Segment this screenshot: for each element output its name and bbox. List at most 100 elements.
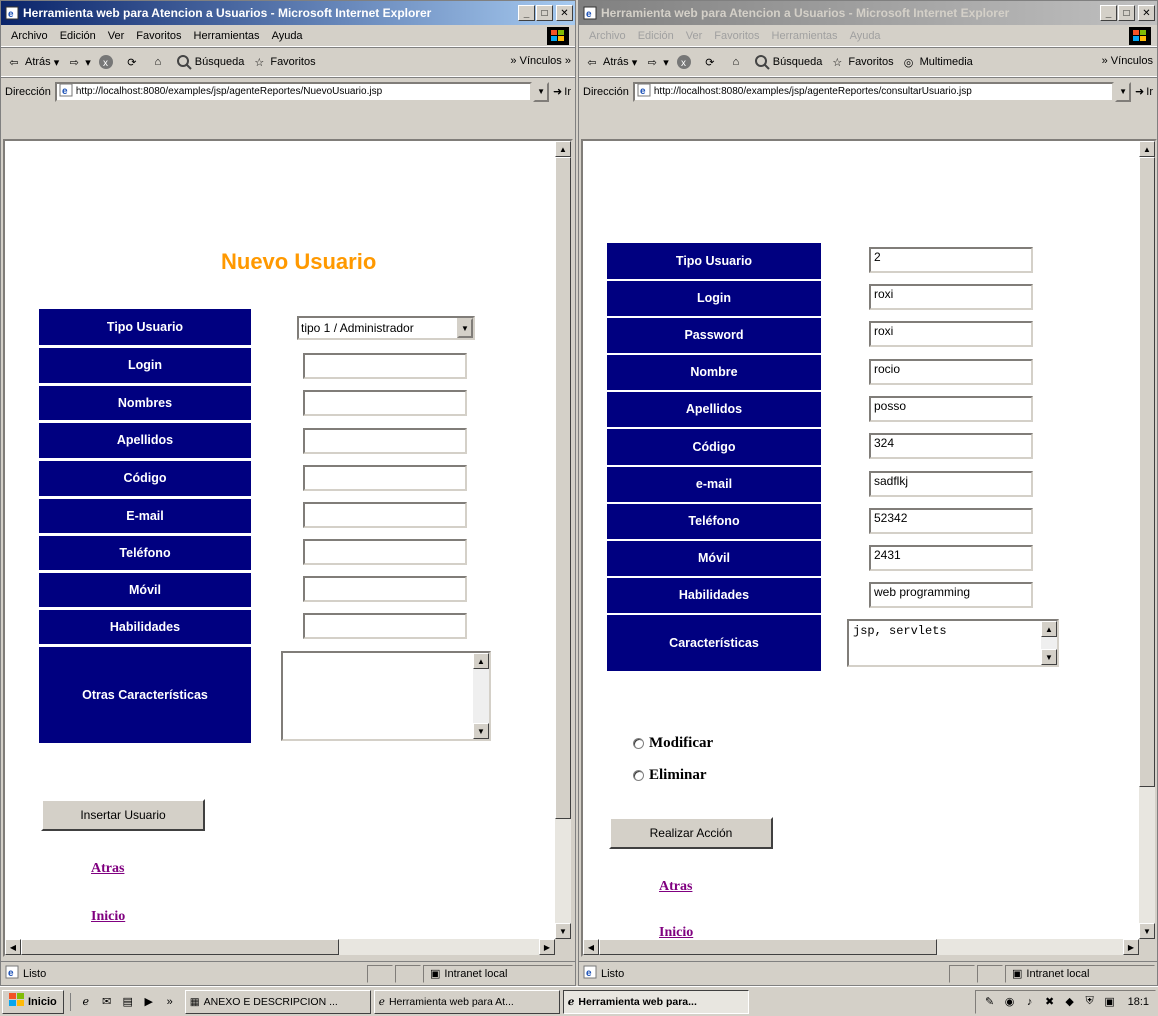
scroll-right-icon[interactable]: ▶	[1123, 939, 1139, 955]
tray-pencil-icon[interactable]: ✎	[982, 994, 998, 1010]
radio-eliminar[interactable]: Eliminar	[633, 767, 707, 784]
search-button[interactable]: Búsqueda	[753, 53, 822, 71]
menu-archivo[interactable]: Archivo	[583, 30, 632, 42]
maximize-button[interactable]: □	[1118, 5, 1135, 21]
chevron-down-icon[interactable]: ▼	[457, 318, 473, 338]
home-button[interactable]: ⌂	[149, 53, 169, 71]
email-input[interactable]	[303, 502, 467, 528]
tipo-usuario-select[interactable]: tipo 1 / Administrador ▼	[297, 316, 475, 340]
codigo-input[interactable]	[303, 465, 467, 491]
tray-network-icon[interactable]: ◉	[1002, 994, 1018, 1010]
scroll-thumb[interactable]	[21, 939, 339, 955]
favorites-button[interactable]: ☆ Favoritos	[828, 53, 893, 71]
address-dropdown-button[interactable]: ▼	[1115, 81, 1132, 102]
title-bar[interactable]: e Herramienta web para Atencion a Usuari…	[579, 1, 1157, 25]
media-quicklaunch-icon[interactable]: ▶	[140, 993, 158, 1011]
forward-button[interactable]: ⇨ ▾	[65, 53, 91, 71]
back-button[interactable]: ⇦ Atrás ▾	[5, 53, 59, 71]
ie-quicklaunch-icon[interactable]: ℯ	[77, 993, 95, 1011]
go-button[interactable]: ➜ Ir	[1135, 85, 1153, 99]
task-button-herramienta-2[interactable]: ℯ Herramienta web para...	[562, 989, 749, 1014]
address-input[interactable]: e http://localhost:8080/examples/jsp/age…	[632, 81, 1115, 102]
menu-ver[interactable]: Ver	[680, 30, 709, 42]
start-button[interactable]: Inicio	[2, 989, 64, 1014]
menu-archivo[interactable]: Archivo	[5, 30, 54, 42]
menu-ver[interactable]: Ver	[102, 30, 131, 42]
stop-button[interactable]: x	[675, 53, 695, 71]
address-dropdown-button[interactable]: ▼	[533, 81, 550, 102]
scroll-thumb[interactable]	[1139, 157, 1155, 787]
refresh-button[interactable]: ⟳	[701, 53, 721, 71]
login-input[interactable]	[303, 353, 467, 379]
scroll-thumb[interactable]	[555, 157, 571, 819]
horizontal-scrollbar[interactable]: ◀ ▶	[5, 939, 555, 955]
link-atras[interactable]: Atras	[91, 861, 124, 877]
textarea-scrollbar[interactable]: ▲ ▼	[1041, 621, 1057, 665]
menu-edicion[interactable]: Edición	[54, 30, 102, 42]
scroll-up-icon[interactable]: ▲	[473, 653, 489, 669]
tipo-usuario-input[interactable]: 2	[869, 247, 1033, 273]
scroll-up-icon[interactable]: ▲	[1139, 141, 1155, 157]
more-quicklaunch-icon[interactable]: »	[161, 993, 179, 1011]
radio-modificar[interactable]: Modificar	[633, 735, 713, 752]
apellidos-input[interactable]	[303, 428, 467, 454]
radio-circle-icon[interactable]	[633, 738, 644, 749]
horizontal-scrollbar[interactable]: ◀ ▶	[583, 939, 1139, 955]
movil-input[interactable]: 2431	[869, 545, 1033, 571]
radio-circle-icon[interactable]	[633, 770, 644, 781]
nombre-input[interactable]: rocio	[869, 359, 1033, 385]
email-input[interactable]: sadflkj	[869, 471, 1033, 497]
movil-input[interactable]	[303, 576, 467, 602]
links-button[interactable]: » Vínculos »	[510, 55, 571, 67]
nombres-input[interactable]	[303, 390, 467, 416]
link-atras[interactable]: Atras	[659, 879, 692, 895]
habilidades-input[interactable]: web programming	[869, 582, 1033, 608]
home-button[interactable]: ⌂	[727, 53, 747, 71]
tray-antivirus-icon[interactable]: ✖	[1042, 994, 1058, 1010]
maximize-button[interactable]: □	[536, 5, 553, 21]
scroll-down-icon[interactable]: ▼	[555, 923, 571, 939]
multimedia-button[interactable]: ◎ Multimedia	[900, 53, 973, 71]
links-button[interactable]: » Vínculos	[1102, 55, 1153, 67]
tray-update-icon[interactable]: ◆	[1062, 994, 1078, 1010]
scroll-down-icon[interactable]: ▼	[473, 723, 489, 739]
telefono-input[interactable]	[303, 539, 467, 565]
menu-herramientas[interactable]: Herramientas	[766, 30, 844, 42]
vertical-scrollbar[interactable]: ▲ ▼	[555, 141, 571, 939]
title-bar[interactable]: e Herramienta web para Atencion a Usuari…	[1, 1, 575, 25]
password-input[interactable]: roxi	[869, 321, 1033, 347]
login-input[interactable]: roxi	[869, 284, 1033, 310]
back-button[interactable]: ⇦ Atrás ▾	[583, 53, 637, 71]
textarea-scrollbar[interactable]: ▲ ▼	[473, 653, 489, 739]
tray-shield-icon[interactable]: ⛨	[1082, 994, 1098, 1010]
outlook-quicklaunch-icon[interactable]: ✉	[98, 993, 116, 1011]
vertical-scrollbar[interactable]: ▲ ▼	[1139, 141, 1155, 939]
telefono-input[interactable]: 52342	[869, 508, 1033, 534]
task-button-anexo[interactable]: ▦ ANEXO E DESCRIPCION ...	[184, 989, 371, 1014]
minimize-button[interactable]: _	[518, 5, 535, 21]
forward-button[interactable]: ⇨ ▾	[643, 53, 669, 71]
favorites-button[interactable]: ☆ Favoritos	[250, 53, 315, 71]
address-input[interactable]: e http://localhost:8080/examples/jsp/age…	[54, 81, 533, 102]
scroll-left-icon[interactable]: ◀	[5, 939, 21, 955]
apellidos-input[interactable]: posso	[869, 396, 1033, 422]
scroll-up-icon[interactable]: ▲	[1041, 621, 1057, 637]
scroll-thumb[interactable]	[599, 939, 937, 955]
insertar-usuario-button[interactable]: Insertar Usuario	[41, 799, 205, 831]
scroll-right-icon[interactable]: ▶	[539, 939, 555, 955]
close-button[interactable]: ✕	[1138, 5, 1155, 21]
search-button[interactable]: Búsqueda	[175, 53, 244, 71]
caracteristicas-textarea[interactable]: jsp, servlets ▲ ▼	[847, 619, 1059, 667]
menu-ayuda[interactable]: Ayuda	[266, 30, 309, 42]
scroll-down-icon[interactable]: ▼	[1139, 923, 1155, 939]
menu-herramientas[interactable]: Herramientas	[188, 30, 266, 42]
minimize-button[interactable]: _	[1100, 5, 1117, 21]
tray-language-icon[interactable]: ▣	[1102, 994, 1118, 1010]
menu-ayuda[interactable]: Ayuda	[844, 30, 887, 42]
realizar-accion-button[interactable]: Realizar Acción	[609, 817, 773, 849]
refresh-button[interactable]: ⟳	[123, 53, 143, 71]
otras-caracteristicas-textarea[interactable]: ▲ ▼	[281, 651, 491, 741]
menu-edicion[interactable]: Edición	[632, 30, 680, 42]
scroll-down-icon[interactable]: ▼	[1041, 649, 1057, 665]
menu-favoritos[interactable]: Favoritos	[708, 30, 765, 42]
